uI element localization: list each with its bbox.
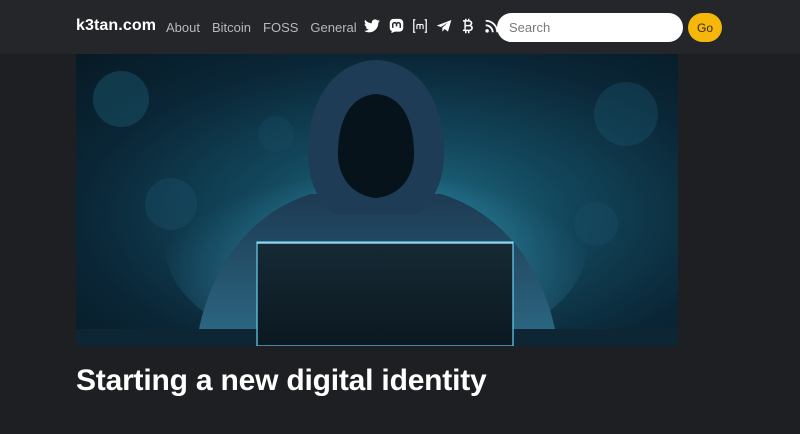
main-nav: About Bitcoin FOSS General: [166, 20, 357, 35]
mastodon-icon[interactable]: [388, 17, 404, 35]
search-input[interactable]: [497, 13, 683, 42]
twitter-icon[interactable]: [364, 17, 380, 35]
top-navbar: k3tan.com About Bitcoin FOSS General Go: [0, 0, 800, 54]
nav-link-foss[interactable]: FOSS: [263, 20, 298, 35]
nav-link-general[interactable]: General: [310, 20, 356, 35]
nav-link-bitcoin[interactable]: Bitcoin: [212, 20, 251, 35]
matrix-icon[interactable]: [412, 17, 428, 35]
hero-image-hacker-laptop: [76, 54, 678, 346]
nav-link-about[interactable]: About: [166, 20, 200, 35]
social-links: [364, 17, 500, 35]
site-brand-link[interactable]: k3tan.com: [76, 17, 156, 35]
post-title[interactable]: Starting a new digital identity: [76, 364, 487, 398]
search-go-button[interactable]: Go: [688, 13, 722, 42]
telegram-icon[interactable]: [436, 17, 452, 35]
bitcoin-icon[interactable]: [460, 17, 476, 35]
